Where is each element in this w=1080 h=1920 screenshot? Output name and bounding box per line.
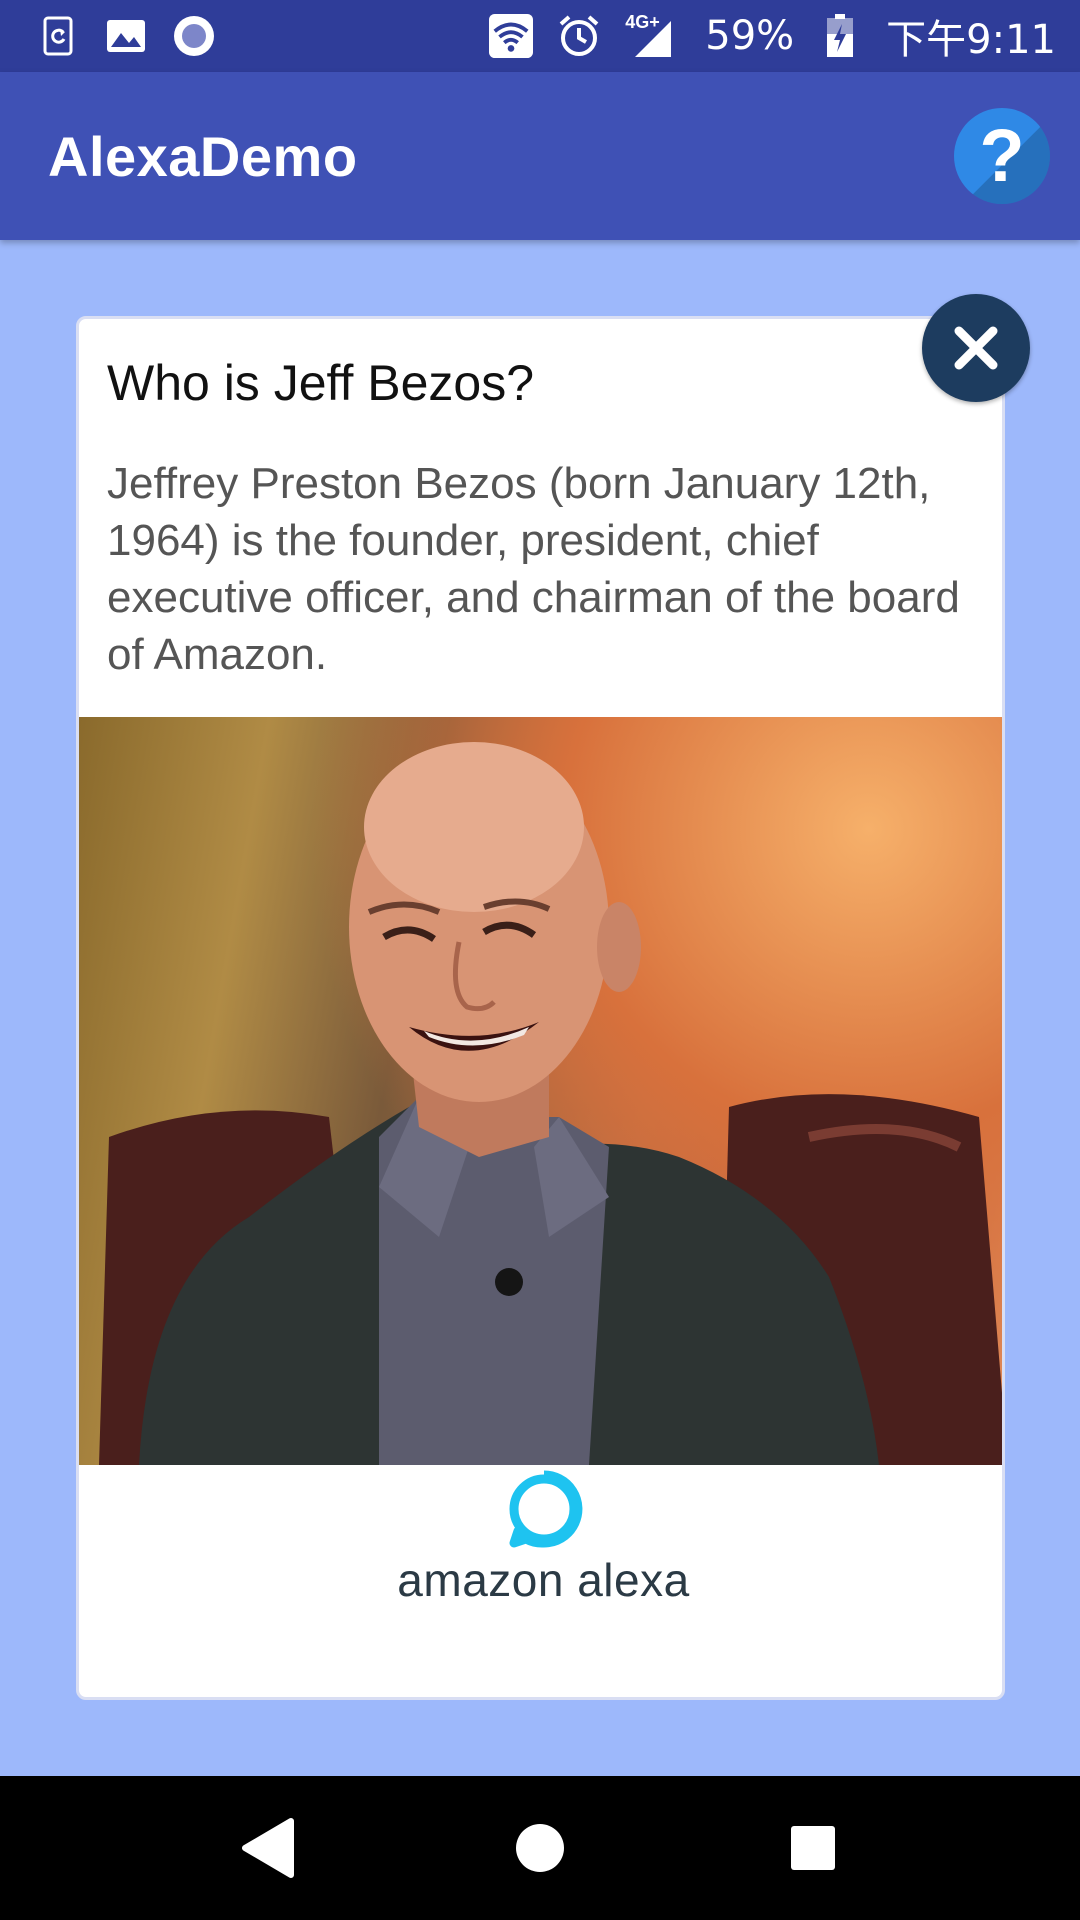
clock: 下午9:11 — [886, 17, 1056, 63]
question-mark-icon: ? — [979, 114, 1025, 197]
answer-card: Who is Jeff Bezos? Jeffrey Preston Bezos… — [76, 316, 1005, 1700]
alexa-ring-icon — [509, 1470, 582, 1548]
status-bar: 4G+ 59% 下午9:11 — [0, 0, 1080, 72]
amazon-alexa-logo: amazon alexa — [79, 1469, 1002, 1619]
close-button[interactable] — [922, 294, 1030, 402]
close-icon — [954, 326, 998, 370]
alarm-icon — [557, 14, 601, 58]
back-button[interactable] — [227, 1808, 307, 1888]
gallery-icon — [104, 14, 148, 58]
battery-percent: 59% — [705, 13, 795, 59]
status-right: 4G+ 59% 下午9:11 — [489, 7, 1056, 65]
battery-icon — [818, 14, 862, 58]
jeff-bezos-photo — [79, 717, 1002, 1465]
recents-square-icon — [791, 1826, 836, 1870]
help-button[interactable]: ? — [954, 108, 1050, 204]
navigation-bar — [0, 1776, 1080, 1920]
back-triangle-icon — [241, 1818, 294, 1878]
app-title: AlexaDemo — [48, 124, 358, 188]
card-title: Who is Jeff Bezos? — [107, 355, 535, 411]
status-left — [36, 14, 216, 58]
home-button[interactable] — [500, 1808, 580, 1888]
sync-app-icon — [36, 14, 80, 58]
recents-button[interactable] — [773, 1808, 853, 1888]
signal-icon: 4G+ — [625, 12, 681, 58]
alexa-logo-text: amazon alexa — [397, 1554, 690, 1606]
record-icon — [172, 14, 216, 58]
wifi-icon — [489, 14, 534, 58]
network-type: 4G+ — [625, 12, 660, 32]
home-circle-icon — [515, 1824, 564, 1872]
card-body: Jeffrey Preston Bezos (born January 12th… — [107, 459, 960, 679]
app-bar: AlexaDemo ? — [0, 72, 1080, 240]
